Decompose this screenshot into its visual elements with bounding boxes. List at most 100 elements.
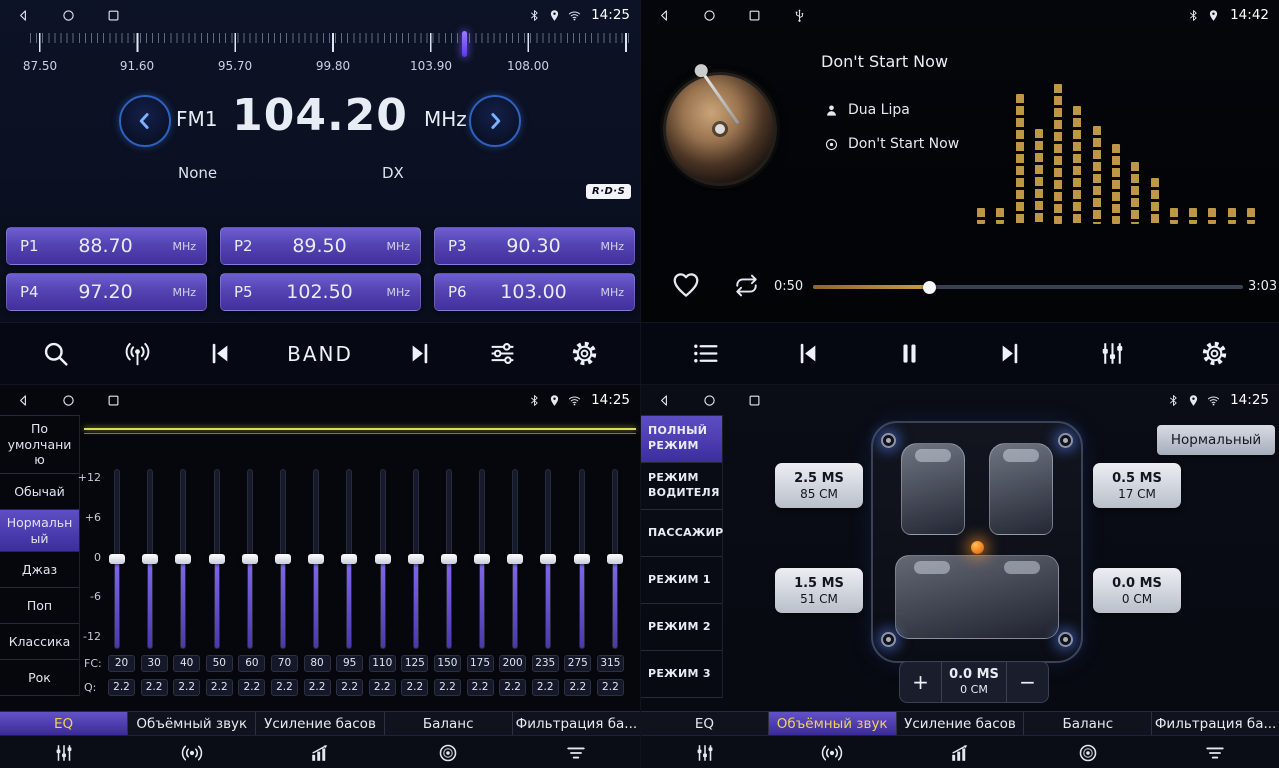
- eq-preset-item[interactable]: Обычай: [0, 474, 79, 510]
- audio-tab[interactable]: Усиление басов: [256, 712, 384, 735]
- home-button[interactable]: [702, 8, 717, 23]
- repeat-button[interactable]: [733, 272, 760, 299]
- back-button[interactable]: [657, 393, 672, 408]
- slider-handle[interactable]: [209, 554, 225, 564]
- eq-sliders-button[interactable]: [488, 339, 517, 368]
- audio-tab[interactable]: Объёмный звук: [769, 712, 897, 735]
- eq-band-slider[interactable]: [340, 469, 358, 649]
- home-button[interactable]: [61, 393, 76, 408]
- preset-button[interactable]: P4 97.20 MHz: [6, 273, 207, 311]
- speaker-delay-button[interactable]: 2.5 MS 85 CM: [775, 463, 863, 508]
- slider-handle[interactable]: [109, 554, 125, 564]
- decrease-delay-button[interactable]: −: [1006, 662, 1048, 702]
- eq-preset-item[interactable]: Нормальный: [0, 510, 79, 552]
- prev-track-button[interactable]: [793, 339, 822, 368]
- eq-preset-item[interactable]: Рок: [0, 660, 79, 696]
- tab-filter[interactable]: [512, 736, 640, 768]
- slider-handle[interactable]: [408, 554, 424, 564]
- scan-button[interactable]: [41, 339, 70, 368]
- eq-band-slider[interactable]: [208, 469, 226, 649]
- slider-handle[interactable]: [242, 554, 258, 564]
- audio-tab[interactable]: Объёмный звук: [128, 712, 256, 735]
- preset-button[interactable]: P3 90.30 MHz: [434, 227, 635, 265]
- progress-bar[interactable]: [813, 285, 1243, 289]
- tab-filter[interactable]: [1151, 736, 1279, 768]
- tab-bass-boost[interactable]: [256, 736, 384, 768]
- recents-button[interactable]: [747, 393, 762, 408]
- playlist-button[interactable]: [691, 339, 720, 368]
- preset-button[interactable]: P6 103.00 MHz: [434, 273, 635, 311]
- recents-button[interactable]: [106, 8, 121, 23]
- recents-button[interactable]: [106, 393, 121, 408]
- eq-band-slider[interactable]: [539, 469, 557, 649]
- eq-band-slider[interactable]: [174, 469, 192, 649]
- eq-band-slider[interactable]: [307, 469, 325, 649]
- increase-delay-button[interactable]: +: [900, 662, 942, 702]
- eq-band-slider[interactable]: [440, 469, 458, 649]
- slider-handle[interactable]: [441, 554, 457, 564]
- field-preset-button[interactable]: Нормальный: [1157, 425, 1275, 455]
- speaker-delay-button[interactable]: 0.0 MS 0 CM: [1093, 568, 1181, 613]
- eq-band-slider[interactable]: [141, 469, 159, 649]
- eq-preset-item[interactable]: Поп: [0, 588, 79, 624]
- eq-band-slider[interactable]: [274, 469, 292, 649]
- slider-handle[interactable]: [507, 554, 523, 564]
- slider-handle[interactable]: [341, 554, 357, 564]
- broadcast-button[interactable]: [123, 339, 152, 368]
- album-art[interactable]: [663, 72, 777, 186]
- prev-station-button[interactable]: [205, 339, 234, 368]
- tab-balance[interactable]: [1024, 736, 1152, 768]
- settings-button[interactable]: [1200, 339, 1229, 368]
- band-button[interactable]: BAND: [287, 342, 353, 366]
- tab-eq[interactable]: [0, 736, 128, 768]
- audio-tab[interactable]: EQ: [641, 712, 769, 735]
- eq-band-slider[interactable]: [108, 469, 126, 649]
- home-button[interactable]: [61, 8, 76, 23]
- speaker-delay-button[interactable]: 0.5 MS 17 CM: [1093, 463, 1181, 508]
- audio-tab[interactable]: EQ: [0, 712, 128, 735]
- audio-tab[interactable]: Усиление басов: [897, 712, 1025, 735]
- tab-eq[interactable]: [641, 736, 769, 768]
- tab-surround[interactable]: [128, 736, 256, 768]
- favorite-button[interactable]: [671, 270, 701, 300]
- sound-mode-item[interactable]: РЕЖИМ ВОДИТЕЛЯ: [641, 463, 722, 510]
- slider-handle[interactable]: [142, 554, 158, 564]
- tab-balance[interactable]: [384, 736, 512, 768]
- eq-band-slider[interactable]: [573, 469, 591, 649]
- tab-surround[interactable]: [769, 736, 897, 768]
- sound-mode-item[interactable]: ПАССАЖИР: [641, 510, 722, 557]
- eq-band-slider[interactable]: [506, 469, 524, 649]
- sound-mode-item[interactable]: РЕЖИМ 1: [641, 557, 722, 604]
- slider-handle[interactable]: [175, 554, 191, 564]
- preset-button[interactable]: P5 102.50 MHz: [220, 273, 421, 311]
- eq-preset-item[interactable]: По умолчанию: [0, 416, 79, 474]
- next-track-button[interactable]: [996, 339, 1025, 368]
- slider-handle[interactable]: [540, 554, 556, 564]
- recents-button[interactable]: [747, 8, 762, 23]
- back-button[interactable]: [16, 393, 31, 408]
- tab-bass-boost[interactable]: [896, 736, 1024, 768]
- speaker-delay-button[interactable]: 1.5 MS 51 CM: [775, 568, 863, 613]
- audio-tab[interactable]: Баланс: [1024, 712, 1152, 735]
- slider-handle[interactable]: [275, 554, 291, 564]
- sound-mode-item[interactable]: РЕЖИМ 3: [641, 651, 722, 698]
- car-seating-diagram[interactable]: [871, 421, 1083, 663]
- sound-mode-item[interactable]: ПОЛНЫЙ РЕЖИМ: [641, 416, 722, 463]
- slider-handle[interactable]: [474, 554, 490, 564]
- frequency-ruler[interactable]: 87.5091.6095.7099.80103.90108.00: [10, 33, 630, 81]
- preset-button[interactable]: P2 89.50 MHz: [220, 227, 421, 265]
- sound-mode-item[interactable]: РЕЖИМ 2: [641, 604, 722, 651]
- eq-preset-item[interactable]: Классика: [0, 624, 79, 660]
- slider-handle[interactable]: [574, 554, 590, 564]
- back-button[interactable]: [657, 8, 672, 23]
- slider-handle[interactable]: [308, 554, 324, 564]
- listening-position-dot[interactable]: [971, 541, 984, 554]
- eq-band-slider[interactable]: [241, 469, 259, 649]
- next-station-button[interactable]: [406, 339, 435, 368]
- audio-tab[interactable]: Баланс: [385, 712, 513, 735]
- tune-up-button[interactable]: [469, 95, 521, 147]
- preset-button[interactable]: P1 88.70 MHz: [6, 227, 207, 265]
- eq-band-slider[interactable]: [374, 469, 392, 649]
- eq-band-slider[interactable]: [407, 469, 425, 649]
- tune-down-button[interactable]: [119, 95, 171, 147]
